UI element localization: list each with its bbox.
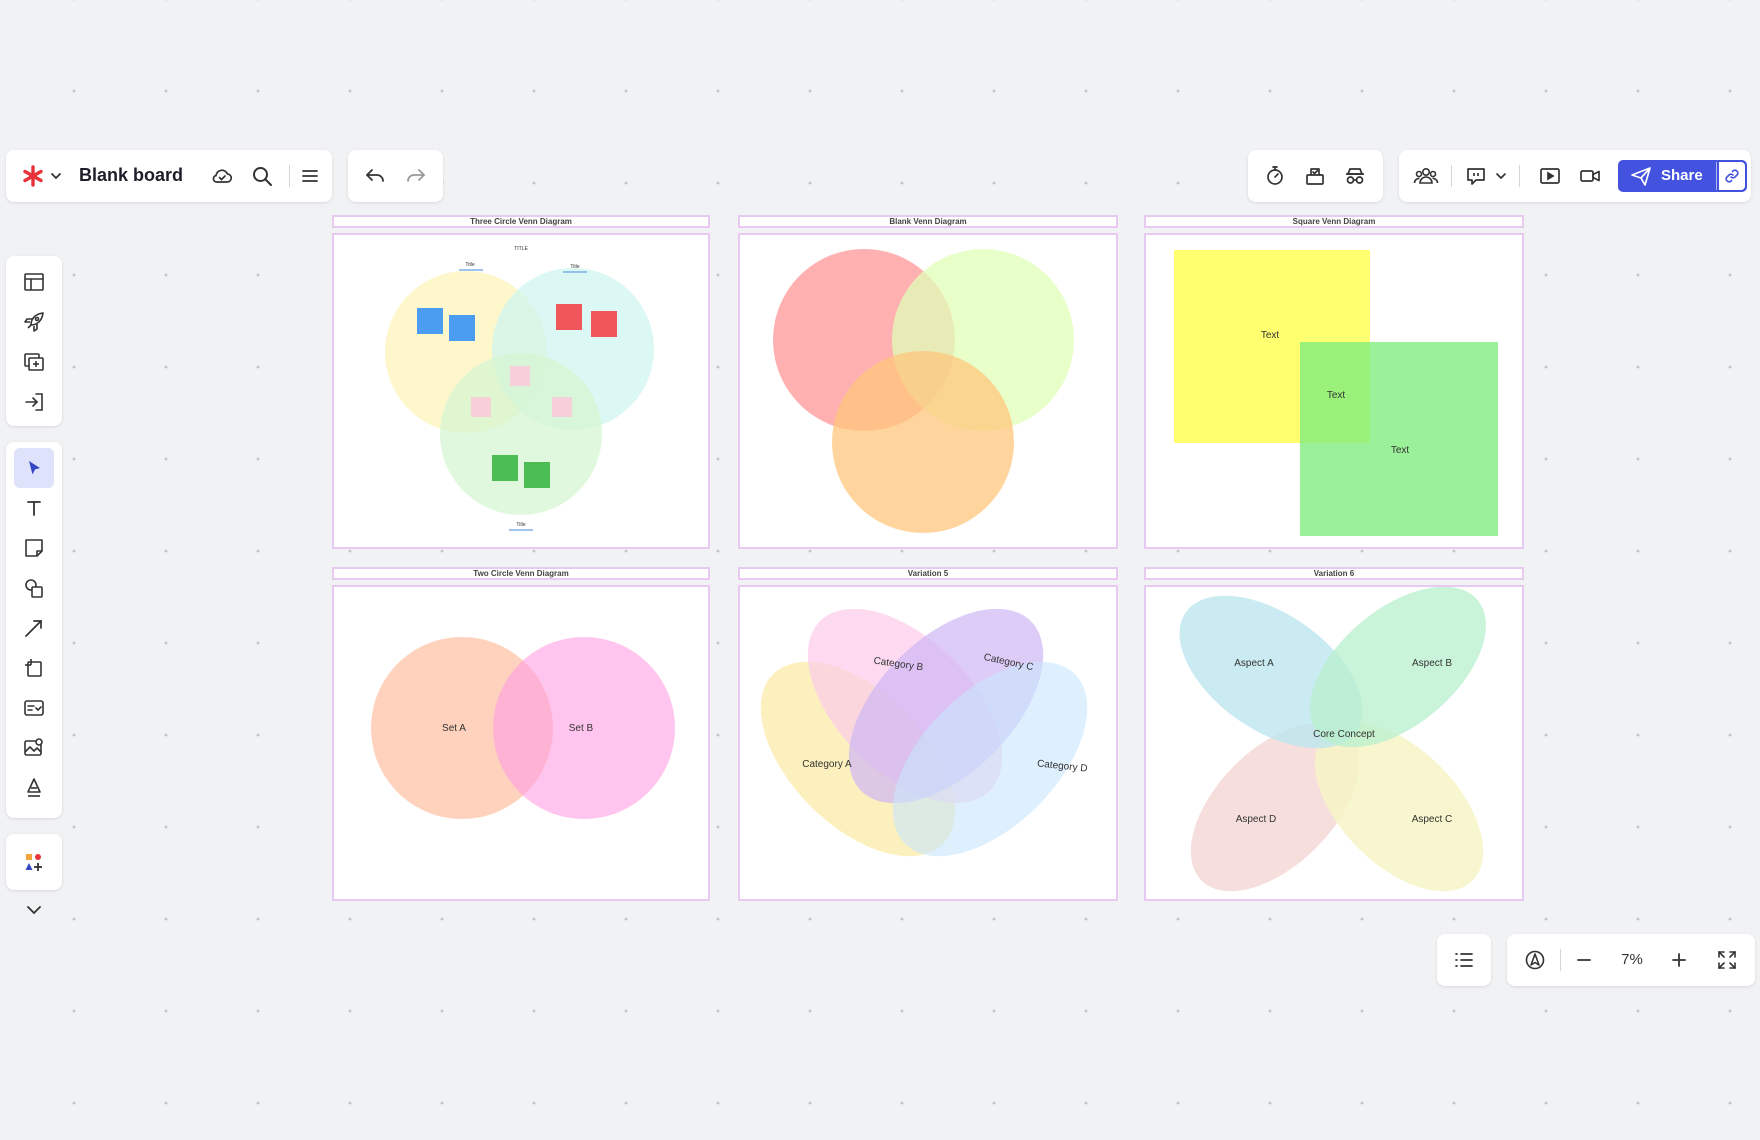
map-navigation-icon[interactable]	[1515, 940, 1555, 980]
frame-two-circle-venn[interactable]: Set A Set B	[332, 585, 710, 901]
search-icon[interactable]	[242, 156, 282, 196]
venn-square-label-b[interactable]: Text	[1391, 445, 1410, 456]
share-button[interactable]: Share	[1618, 160, 1747, 192]
toolbar-divider	[1560, 949, 1561, 971]
venn-label-set-a[interactable]: Set A	[442, 723, 466, 734]
sticky-note[interactable]	[591, 311, 617, 337]
expand-toolbar-chevron-icon[interactable]	[14, 890, 54, 930]
vote-icon[interactable]	[1295, 156, 1335, 196]
sticky-note[interactable]	[417, 308, 443, 334]
undo-redo-panel	[348, 150, 443, 202]
timer-icon[interactable]	[1255, 156, 1295, 196]
link-icon[interactable]	[1719, 162, 1745, 190]
collaborators-icon[interactable]	[1406, 156, 1446, 196]
send-icon	[1630, 165, 1652, 192]
venn-label-aspect-d[interactable]: Aspect D	[1236, 814, 1277, 825]
left-toolbar-top	[6, 256, 62, 426]
miro-asterisk-icon[interactable]	[16, 156, 68, 196]
text-tool-icon[interactable]	[14, 488, 54, 528]
select-tool-icon[interactable]	[14, 448, 54, 488]
frame-variation-6[interactable]: Aspect A Aspect B Aspect C Aspect D Core…	[1144, 585, 1524, 901]
import-icon[interactable]	[14, 382, 54, 422]
venn-square-label-overlap[interactable]: Text	[1327, 390, 1346, 401]
toolbar-divider	[1519, 165, 1520, 187]
undo-icon[interactable]	[355, 156, 395, 196]
left-toolbar-tools	[6, 442, 62, 818]
venn-label-aspect-a[interactable]: Aspect A	[1234, 658, 1274, 669]
redo-icon[interactable]	[396, 156, 436, 196]
rocket-icon[interactable]	[14, 302, 54, 342]
sticky-note[interactable]	[510, 366, 530, 386]
frame-title-two-circle[interactable]: Two Circle Venn Diagram	[332, 567, 710, 580]
outline-list-icon[interactable]	[1444, 940, 1484, 980]
menu-icon[interactable]	[290, 156, 330, 196]
pen-tool-icon[interactable]	[14, 768, 54, 808]
upload-image-icon[interactable]	[14, 728, 54, 768]
venn-square-label-a[interactable]: Text	[1261, 330, 1280, 341]
sticky-note[interactable]	[556, 304, 582, 330]
venn-label-right[interactable]: Title	[570, 264, 579, 270]
frame-three-circle-venn[interactable]: TITLE Title Title Title	[332, 233, 710, 549]
frame-square-venn[interactable]: Text Text Text	[1144, 233, 1524, 549]
frame-title-blank-venn[interactable]: Blank Venn Diagram	[738, 215, 1118, 228]
chevron-down-icon[interactable]	[1488, 156, 1514, 196]
toolbar-divider	[1451, 165, 1452, 187]
venn-label-set-b[interactable]: Set B	[569, 723, 594, 734]
video-call-icon[interactable]	[1570, 156, 1610, 196]
fit-to-screen-icon[interactable]	[1707, 940, 1747, 980]
sticky-note[interactable]	[449, 315, 475, 341]
connector-line-icon[interactable]	[14, 608, 54, 648]
present-icon[interactable]	[1530, 156, 1570, 196]
venn-square-green[interactable]	[1300, 342, 1498, 536]
private-mode-icon[interactable]	[1335, 156, 1375, 196]
frame-tool-icon[interactable]	[14, 648, 54, 688]
templates-icon[interactable]	[14, 262, 54, 302]
venn-title[interactable]: TITLE	[514, 246, 528, 252]
venn-label-category-a[interactable]: Category A	[802, 759, 852, 770]
zoom-panel: 7%	[1507, 934, 1755, 986]
venn-label-aspect-b[interactable]: Aspect B	[1412, 658, 1452, 669]
zoom-out-icon[interactable]	[1564, 940, 1604, 980]
apps-icon[interactable]	[14, 842, 54, 882]
zoom-level[interactable]: 7%	[1607, 951, 1657, 968]
shapes-icon[interactable]	[14, 568, 54, 608]
cloud-check-icon[interactable]	[202, 156, 242, 196]
apps-panel	[6, 834, 62, 890]
frame-title-variation-6[interactable]: Variation 6	[1144, 567, 1524, 580]
share-divider	[1716, 162, 1717, 190]
frame-blank-venn[interactable]	[738, 233, 1118, 549]
sticky-note[interactable]	[524, 462, 550, 488]
board-title[interactable]: Blank board	[79, 165, 183, 186]
venn-circle-orange[interactable]	[832, 351, 1014, 533]
venn-label-core-concept[interactable]: Core Concept	[1313, 729, 1375, 740]
sticky-note[interactable]	[492, 455, 518, 481]
share-label: Share	[1661, 167, 1703, 184]
venn-label-left[interactable]: Title	[465, 262, 474, 268]
frame-title-square-venn[interactable]: Square Venn Diagram	[1144, 215, 1524, 228]
outline-panel	[1437, 934, 1491, 986]
sticky-note-icon[interactable]	[14, 528, 54, 568]
sticky-note[interactable]	[552, 397, 572, 417]
venn-label-bottom[interactable]: Title	[516, 522, 525, 528]
zoom-in-icon[interactable]	[1659, 940, 1699, 980]
add-frame-icon[interactable]	[14, 342, 54, 382]
frame-title-three-circle[interactable]: Three Circle Venn Diagram	[332, 215, 710, 228]
sticky-note[interactable]	[471, 397, 491, 417]
facilitation-tools-panel	[1248, 150, 1383, 202]
frame-title-variation-5[interactable]: Variation 5	[738, 567, 1118, 580]
card-tool-icon[interactable]	[14, 688, 54, 728]
collaboration-panel: Share	[1399, 150, 1751, 202]
venn-label-aspect-c[interactable]: Aspect C	[1412, 814, 1453, 825]
board-header-panel: Blank board	[6, 150, 332, 202]
frame-variation-5[interactable]: Category A Category B Category C Categor…	[738, 585, 1118, 901]
